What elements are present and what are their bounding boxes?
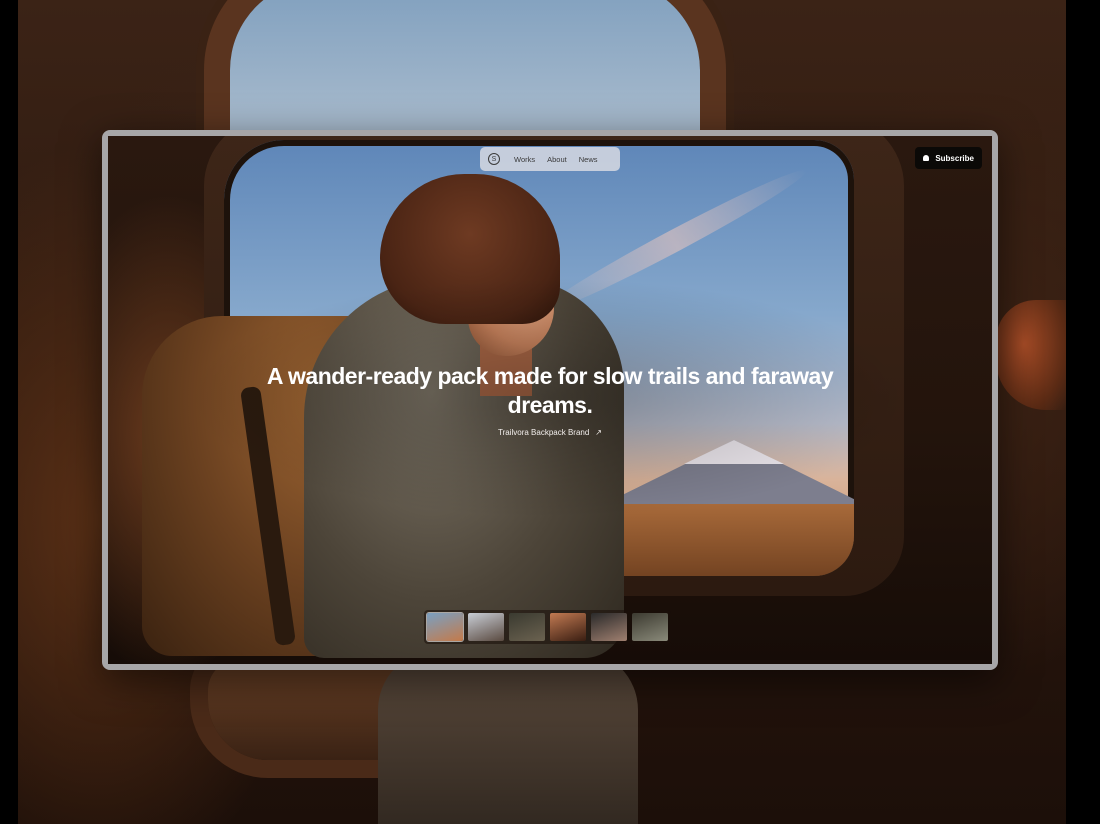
top-nav: S Works About News bbox=[480, 147, 620, 171]
background-hair bbox=[996, 300, 1066, 410]
thumb-couple[interactable] bbox=[591, 613, 627, 641]
left-edge bbox=[0, 0, 18, 824]
nav-item-about[interactable]: About bbox=[547, 155, 567, 164]
thumb-forest-figure[interactable] bbox=[509, 613, 545, 641]
brand-link-label: Trailvora Backpack Brand bbox=[498, 428, 590, 437]
thumbnail-strip bbox=[424, 610, 671, 644]
background-person bbox=[378, 650, 638, 824]
brand-link[interactable]: Trailvora Backpack Brand ↗ bbox=[450, 428, 650, 437]
logo-icon[interactable]: S bbox=[488, 153, 500, 165]
subscribe-label: Subscribe bbox=[935, 153, 974, 163]
nav-item-news[interactable]: News bbox=[579, 155, 598, 164]
thumb-woman-window[interactable] bbox=[427, 613, 463, 641]
hero-section: ⌄ S Works About News Subscribe A wander-… bbox=[108, 136, 992, 664]
hero-headline: A wander-ready pack made for slow trails… bbox=[266, 363, 834, 418]
right-edge bbox=[1066, 0, 1100, 824]
thumb-portrait-light[interactable] bbox=[468, 613, 504, 641]
subscribe-button[interactable]: Subscribe bbox=[915, 147, 982, 169]
thumb-outdoor-figure[interactable] bbox=[632, 613, 668, 641]
bell-icon bbox=[923, 155, 930, 161]
nav-item-works[interactable]: Works bbox=[514, 155, 535, 164]
thumb-pack-product[interactable] bbox=[550, 613, 586, 641]
arrow-up-right-icon: ↗ bbox=[595, 428, 602, 437]
website-preview-frame: ⌄ S Works About News Subscribe A wander-… bbox=[102, 130, 998, 670]
